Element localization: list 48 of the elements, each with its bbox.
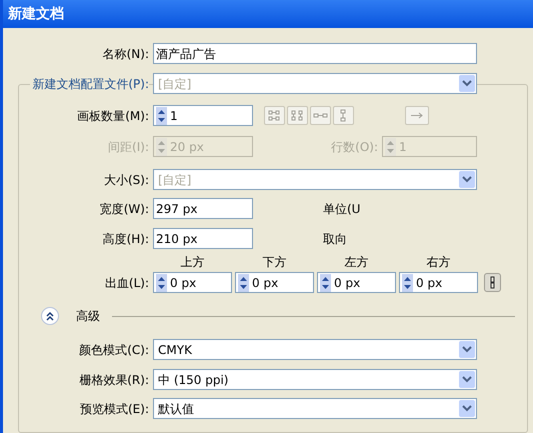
input-field[interactable]: 酒产品广告	[153, 43, 477, 64]
grid-by-row-button[interactable]	[264, 106, 285, 125]
spinner-arrows-icon[interactable]	[156, 106, 167, 124]
dropdown[interactable]: CMYK	[153, 339, 477, 360]
column-heading: 右方	[426, 254, 450, 271]
grid-by-column-button[interactable]	[287, 106, 308, 125]
field-label: 出血(L):	[104, 274, 149, 292]
input-field[interactable]: 0 px	[153, 272, 232, 293]
field-label: 颜色模式(C):	[79, 342, 149, 358]
spinner-arrows-icon[interactable]	[402, 274, 413, 292]
arrange-by-row-button[interactable]	[310, 106, 331, 125]
layout-grid-icon	[290, 109, 305, 122]
layout-direction-button[interactable]	[405, 106, 429, 125]
field-label: 间距(I):	[108, 138, 149, 156]
field-label: 栅格效果(R):	[79, 372, 149, 388]
field-label: 单位(U	[323, 200, 360, 218]
chain-link-icon	[489, 276, 496, 289]
field-label: 名称(N):	[102, 46, 149, 62]
spinner-arrows-icon[interactable]	[320, 274, 331, 292]
double-chevron-icon	[45, 311, 55, 321]
column-heading: 下方	[262, 254, 286, 271]
field-label: 预览模式(E):	[80, 400, 149, 418]
column-heading: 左方	[344, 254, 368, 271]
input-field[interactable]: 0 px	[399, 272, 478, 293]
right-arrow-icon	[410, 112, 424, 119]
group-label: 新建文档配置文件(P):	[30, 74, 149, 92]
field-label: 取向	[323, 230, 347, 248]
dropdown[interactable]: 默认值	[153, 398, 477, 419]
section-title: 高级	[76, 308, 100, 325]
layout-grid-icon	[267, 109, 282, 122]
spinner-arrows-icon[interactable]	[238, 274, 249, 292]
dropdown[interactable]: 中 (150 ppi)	[153, 369, 477, 390]
link-button[interactable]	[484, 273, 501, 292]
input-field[interactable]: 0 px	[317, 272, 396, 293]
spinner-arrows-icon[interactable]	[156, 274, 167, 292]
field-label: 宽度(W):	[100, 200, 149, 218]
input-field[interactable]: 0 px	[235, 272, 314, 293]
input-field[interactable]: 210 px	[153, 228, 253, 249]
arrange-by-column-button[interactable]	[333, 106, 354, 125]
collapse-button[interactable]	[41, 307, 59, 325]
window-title: 新建文档	[8, 4, 64, 24]
field-label: 高度(H):	[102, 230, 149, 248]
input-field[interactable]: 297 px	[153, 198, 253, 219]
field-label: 大小(S):	[104, 172, 149, 188]
field-label: 行数(O):	[331, 138, 378, 156]
input-field[interactable]: 1	[153, 105, 253, 126]
field-label: 画板数量(M):	[77, 108, 149, 124]
column-heading: 上方	[180, 254, 204, 271]
